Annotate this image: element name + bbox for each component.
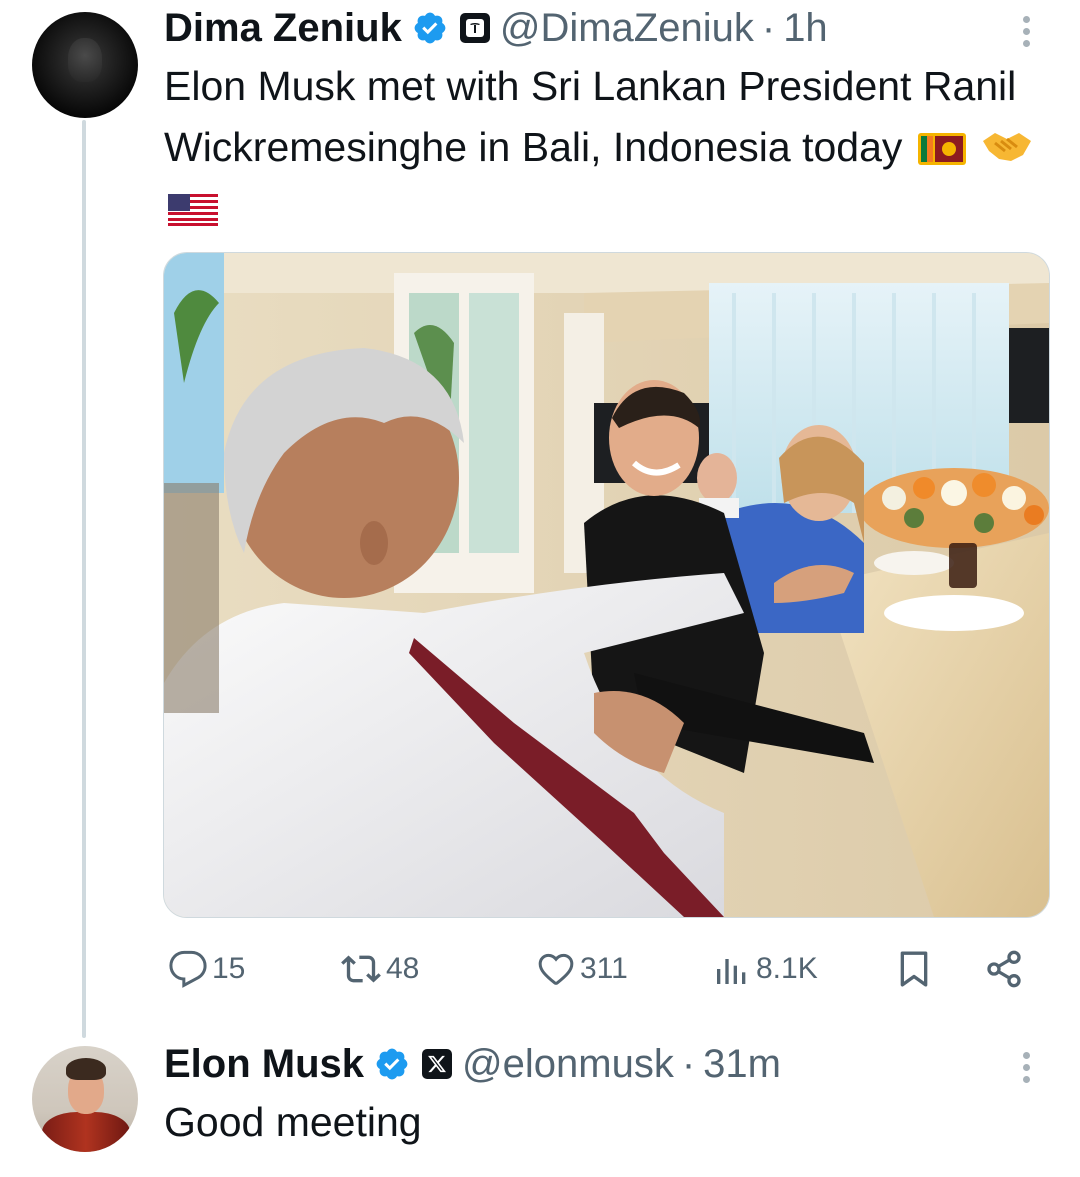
separator-dot: · [761, 6, 776, 50]
flag-usa-icon [168, 194, 218, 226]
separator-dot: · [681, 1042, 696, 1086]
tweet-header: Elon Musk @elonmusk · 31m [164, 1044, 781, 1084]
display-name[interactable]: Elon Musk [164, 1044, 364, 1084]
reply-icon [169, 950, 207, 988]
like-count: 311 [580, 952, 628, 985]
view-count: 8.1K [756, 952, 818, 985]
reply-button[interactable]: 15 [168, 946, 245, 992]
views-button[interactable]: 8.1K [712, 946, 818, 992]
like-button[interactable]: 311 [536, 946, 628, 992]
tweet-header: Dima Zeniuk @DimaZeniuk · 1h [164, 8, 828, 48]
timestamp[interactable]: 1h [783, 8, 828, 48]
tweet-text-content: Good meeting [164, 1099, 422, 1145]
photo-illustration [164, 253, 1049, 917]
tweet-text-content: Elon Musk met with Sri Lankan President … [164, 63, 1017, 170]
handshake-icon [983, 133, 1032, 161]
flag-sri-lanka-icon [917, 133, 966, 165]
tweet-text: Elon Musk met with Sri Lankan President … [164, 56, 1044, 239]
x-logo-icon [422, 1049, 453, 1079]
analytics-icon [717, 959, 746, 984]
tweet-action-bar: 15 48 311 8.1K [164, 946, 1034, 992]
verified-badge-icon [376, 1048, 408, 1080]
share-button[interactable] [984, 946, 1024, 992]
repost-count: 48 [386, 952, 420, 985]
avatar-face [68, 38, 102, 82]
repost-button[interactable]: 48 [340, 946, 419, 992]
timestamp[interactable]: 31m [703, 1044, 781, 1084]
heart-icon [538, 953, 574, 985]
thread-connector-line [82, 120, 86, 1038]
display-name[interactable]: Dima Zeniuk [164, 8, 402, 48]
avatar-suit [42, 1112, 130, 1152]
avatar[interactable] [32, 1046, 138, 1152]
verified-badge-icon [414, 12, 446, 44]
bookmark-icon [900, 951, 928, 987]
tweet-text: Good meeting [164, 1092, 1024, 1153]
more-options-icon[interactable] [1020, 1052, 1032, 1092]
reply-count: 15 [212, 952, 246, 985]
avatar[interactable] [32, 12, 138, 118]
more-options-icon[interactable] [1020, 16, 1032, 56]
user-handle[interactable]: @DimaZeniuk [500, 8, 754, 48]
share-icon [987, 950, 1021, 988]
bookmark-button[interactable] [894, 946, 934, 992]
tesla-logo-icon [459, 13, 490, 43]
tweet-photo[interactable] [163, 252, 1050, 918]
user-handle[interactable]: @elonmusk [462, 1044, 674, 1084]
avatar-hair [66, 1058, 106, 1080]
repost-icon [341, 955, 381, 983]
